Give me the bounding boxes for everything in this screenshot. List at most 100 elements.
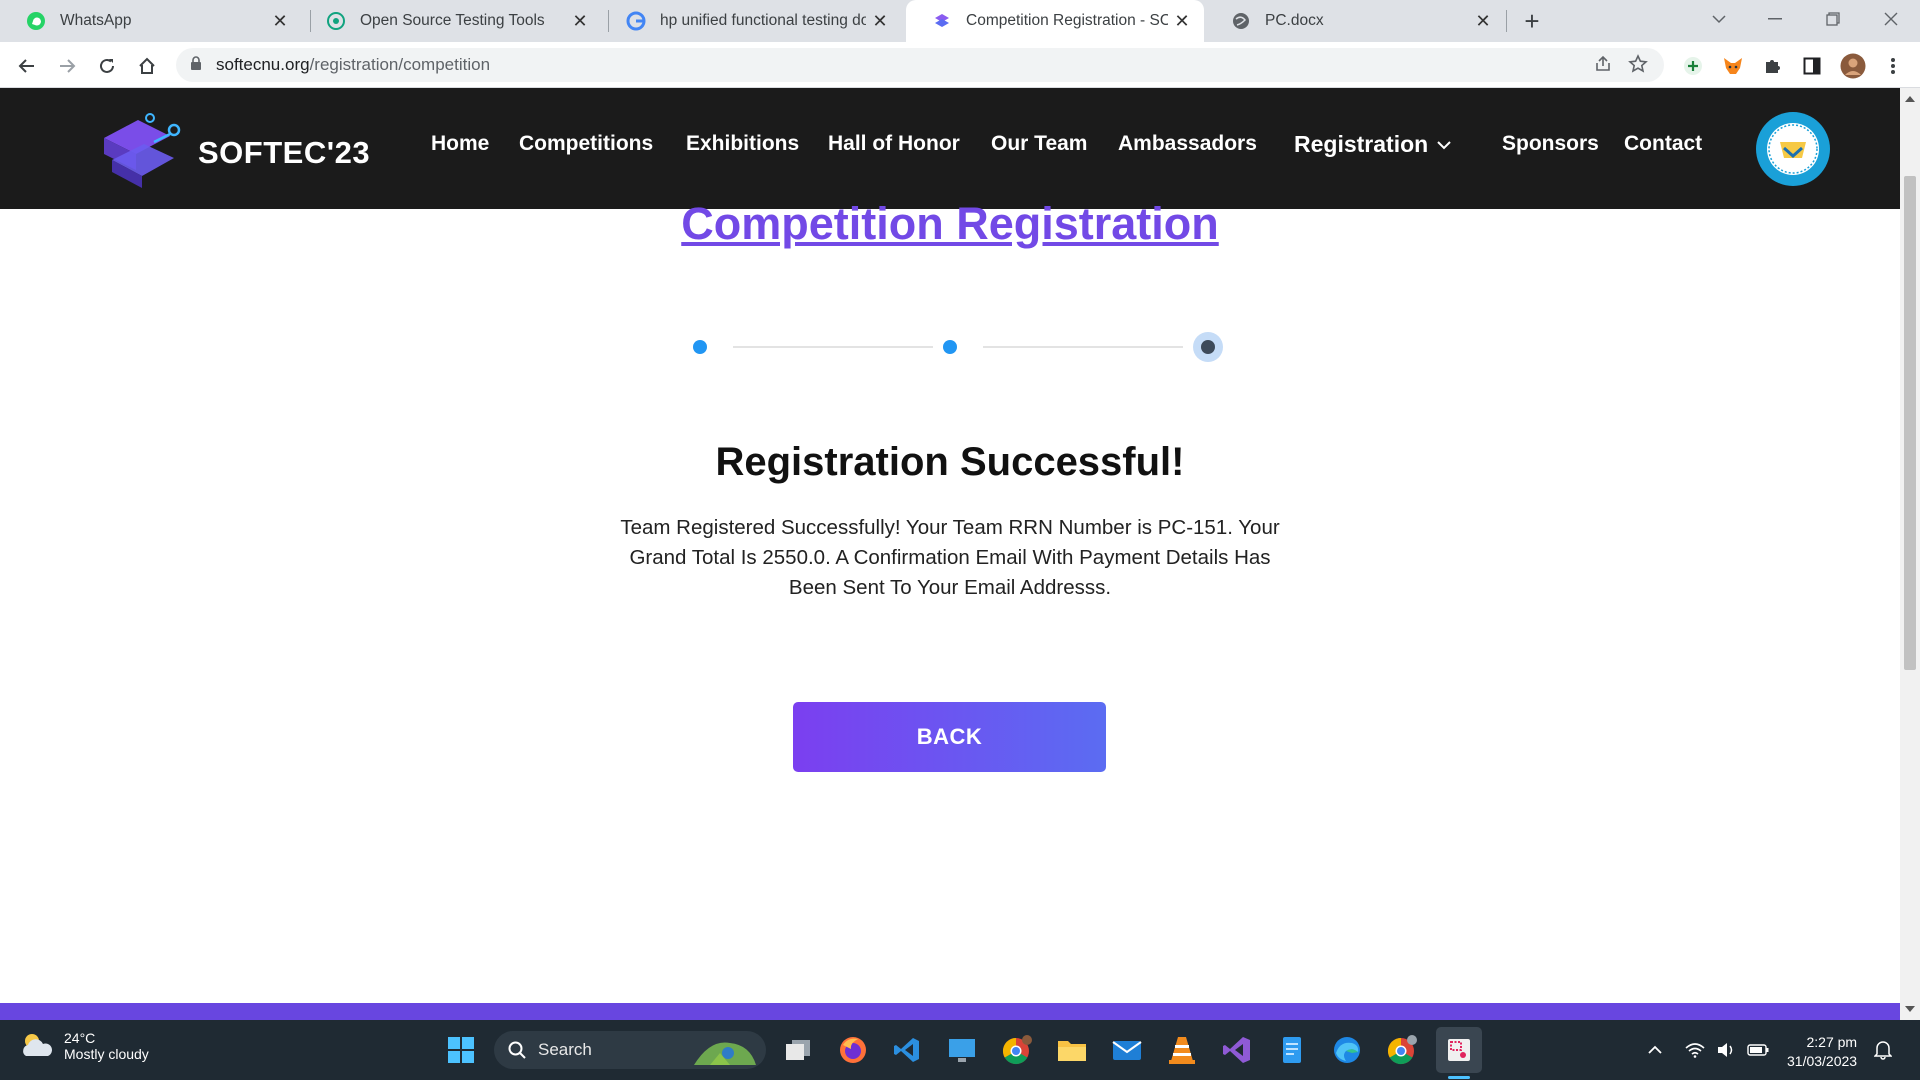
tab-title: Competition Registration - SOFTE bbox=[966, 12, 1168, 29]
close-window-icon[interactable] bbox=[1866, 0, 1916, 38]
close-icon[interactable]: ✕ bbox=[1469, 11, 1497, 32]
vscode-icon[interactable] bbox=[889, 1032, 925, 1068]
close-icon[interactable]: ✕ bbox=[266, 11, 294, 32]
show-hidden-icons-chevron-icon[interactable] bbox=[1647, 1020, 1663, 1080]
search-label: Search bbox=[538, 1040, 592, 1059]
weather-condition: Mostly cloudy bbox=[64, 1046, 149, 1062]
task-view-icon[interactable] bbox=[780, 1032, 816, 1068]
taskbar-clock[interactable]: 2:27 pm 31/03/2023 bbox=[1787, 1033, 1857, 1071]
windows-start-icon[interactable] bbox=[443, 1032, 479, 1068]
openai-icon bbox=[326, 11, 346, 31]
tab-title: WhatsApp bbox=[60, 12, 132, 29]
mail-icon[interactable] bbox=[1109, 1032, 1145, 1068]
scroll-up-arrow-icon[interactable] bbox=[1905, 96, 1915, 102]
nav-registration-dropdown[interactable]: Registration bbox=[1294, 131, 1452, 158]
chrome-menu-icon[interactable] bbox=[1876, 49, 1910, 83]
softec-icon bbox=[932, 11, 952, 31]
metamask-fox-icon[interactable] bbox=[1716, 49, 1750, 83]
vlc-icon[interactable] bbox=[1164, 1032, 1200, 1068]
registration-stepper bbox=[690, 332, 1230, 362]
tab-title: PC.docx bbox=[1265, 12, 1324, 29]
active-app-indicator bbox=[1448, 1076, 1470, 1079]
tab-separator bbox=[1506, 10, 1507, 32]
close-icon[interactable]: ✕ bbox=[1168, 11, 1196, 32]
nav-sponsors[interactable]: Sponsors bbox=[1502, 132, 1599, 156]
remote-desktop-icon[interactable] bbox=[944, 1032, 980, 1068]
url-path: /registration/competition bbox=[309, 55, 491, 74]
clock-time: 2:27 pm bbox=[1806, 1034, 1858, 1050]
visual-studio-icon[interactable] bbox=[1219, 1032, 1255, 1068]
back-button[interactable]: BACK bbox=[793, 702, 1106, 772]
url-domain: softecnu.org bbox=[216, 55, 310, 74]
scroll-thumb[interactable] bbox=[1904, 176, 1916, 670]
nav-contact[interactable]: Contact bbox=[1624, 132, 1702, 156]
softec-logo[interactable]: SOFTEC'23 bbox=[94, 108, 370, 198]
firefox-icon[interactable] bbox=[835, 1032, 871, 1068]
side-panel-icon[interactable] bbox=[1795, 49, 1829, 83]
clock-date: 31/03/2023 bbox=[1787, 1053, 1858, 1069]
forward-arrow-icon[interactable] bbox=[50, 49, 84, 83]
tab-competition-registration[interactable]: Competition Registration - SOFTE ✕ bbox=[906, 0, 1204, 42]
nav-home[interactable]: Home bbox=[431, 132, 489, 156]
new-tab-button[interactable]: + bbox=[1515, 0, 1549, 42]
nav-registration-label: Registration bbox=[1294, 131, 1429, 157]
success-title: Registration Successful! bbox=[715, 440, 1185, 484]
search-icon bbox=[508, 1041, 526, 1059]
reload-icon[interactable] bbox=[90, 49, 124, 83]
wifi-icon[interactable] bbox=[1685, 1020, 1705, 1080]
snipping-tool-icon[interactable] bbox=[1436, 1027, 1482, 1073]
home-icon[interactable] bbox=[130, 49, 164, 83]
profile-avatar[interactable] bbox=[1836, 49, 1870, 83]
footer-strip bbox=[0, 1003, 1900, 1020]
taskbar-search[interactable]: Search bbox=[494, 1031, 766, 1069]
nav-competitions[interactable]: Competitions bbox=[519, 132, 653, 156]
chrome-icon[interactable] bbox=[1384, 1032, 1420, 1068]
globe-icon bbox=[1231, 11, 1251, 31]
close-icon[interactable]: ✕ bbox=[566, 11, 594, 32]
windows-taskbar: 24°C Mostly cloudy Search 2:27 pm 31/03/… bbox=[0, 1020, 1920, 1080]
tab-open-source-testing-tools[interactable]: Open Source Testing Tools ✕ bbox=[300, 0, 602, 42]
step-1-dot bbox=[693, 340, 707, 354]
whatsapp-icon bbox=[26, 11, 46, 31]
file-explorer-icon[interactable] bbox=[1054, 1032, 1090, 1068]
close-icon[interactable]: ✕ bbox=[866, 11, 894, 32]
tab-search-icon[interactable] bbox=[1694, 0, 1744, 38]
browser-tab-strip: WhatsApp ✕ Open Source Testing Tools ✕ h… bbox=[0, 0, 1920, 42]
extension-plus-icon[interactable] bbox=[1676, 49, 1710, 83]
page-title: Competition Registration bbox=[681, 198, 1219, 249]
notification-bell-icon[interactable] bbox=[1874, 1020, 1892, 1080]
bookmark-star-icon[interactable] bbox=[1628, 54, 1648, 79]
extensions-puzzle-icon[interactable] bbox=[1756, 49, 1790, 83]
lock-icon[interactable] bbox=[190, 55, 202, 75]
nav-our-team[interactable]: Our Team bbox=[991, 132, 1087, 156]
battery-icon[interactable] bbox=[1747, 1020, 1769, 1080]
nav-ambassadors[interactable]: Ambassadors bbox=[1118, 132, 1257, 156]
nav-exhibitions[interactable]: Exhibitions bbox=[686, 132, 799, 156]
scroll-down-arrow-icon[interactable] bbox=[1905, 1006, 1915, 1012]
tab-whatsapp[interactable]: WhatsApp ✕ bbox=[0, 0, 302, 42]
cloudy-weather-icon bbox=[23, 1034, 52, 1056]
university-logo[interactable] bbox=[1756, 112, 1830, 186]
success-message: Team Registered Successfully! Your Team … bbox=[620, 516, 1280, 599]
tab-pc-docx[interactable]: PC.docx ✕ bbox=[1205, 0, 1505, 42]
address-bar[interactable]: softecnu.org/registration/competition bbox=[176, 48, 1664, 82]
share-icon[interactable] bbox=[1594, 55, 1612, 78]
step-3-dot-current bbox=[1193, 332, 1223, 362]
softec-logo-icon bbox=[104, 113, 181, 188]
weather-widget[interactable]: 24°C Mostly cloudy bbox=[18, 1030, 149, 1062]
nav-hall-of-honor[interactable]: Hall of Honor bbox=[828, 132, 960, 156]
page-scrollbar[interactable] bbox=[1900, 88, 1920, 1020]
back-arrow-icon[interactable] bbox=[10, 49, 44, 83]
tab-hp-unified-functional-testing[interactable]: hp unified functional testing dow ✕ bbox=[600, 0, 902, 42]
minimize-icon[interactable] bbox=[1750, 0, 1800, 38]
step-connector bbox=[983, 346, 1183, 348]
google-icon bbox=[626, 11, 646, 31]
url-text: softecnu.org/registration/competition bbox=[216, 55, 490, 75]
restore-icon[interactable] bbox=[1808, 0, 1858, 38]
tab-title: Open Source Testing Tools bbox=[360, 12, 545, 29]
notepad-icon[interactable] bbox=[1274, 1032, 1310, 1068]
chrome-profile-icon[interactable] bbox=[999, 1032, 1035, 1068]
edge-icon[interactable] bbox=[1329, 1032, 1365, 1068]
volume-icon[interactable] bbox=[1716, 1020, 1736, 1080]
weather-temp: 24°C bbox=[64, 1030, 96, 1046]
